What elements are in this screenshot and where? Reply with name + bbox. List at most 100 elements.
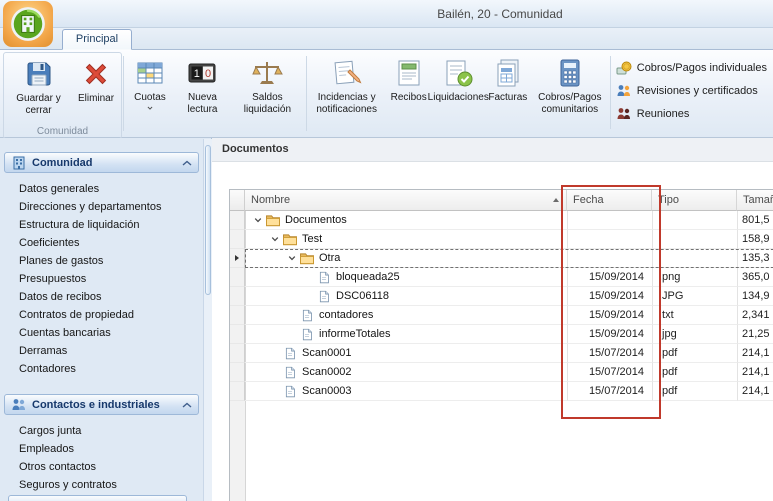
save-icon	[23, 58, 55, 90]
table-row-otra[interactable]: Otra 135,3	[230, 249, 773, 268]
note-icon	[331, 57, 363, 89]
cell-tama[interactable]: 365,0	[737, 268, 773, 287]
cell-fecha[interactable]	[567, 249, 652, 268]
cell-tipo[interactable]: .png	[652, 268, 737, 287]
cell-fecha[interactable]	[567, 211, 652, 230]
ribbon-button-liquidaciones[interactable]: Liquidaciones	[433, 53, 484, 125]
cell-fecha[interactable]	[567, 230, 652, 249]
cell-tama[interactable]: 158,9	[737, 230, 773, 249]
cell-tama[interactable]: 214,1	[737, 344, 773, 363]
cell-nombre[interactable]: Test	[245, 230, 567, 249]
table-row-documentos[interactable]: Documentos 801,5	[230, 211, 773, 230]
ribbon-button-revisiones-y-certificados[interactable]: Revisiones y certificados	[612, 81, 771, 101]
cell-fecha[interactable]: 15/09/2014	[567, 325, 652, 344]
cell-tipo[interactable]: .JPG	[652, 287, 737, 306]
cell-fecha[interactable]: 15/07/2014	[567, 344, 652, 363]
ribbon-button-recibos[interactable]: Recibos	[385, 53, 433, 125]
cell-tipo[interactable]: .jpg	[652, 325, 737, 344]
sidebar-item-empleados[interactable]: Empleados	[0, 440, 211, 458]
column-header-tama[interactable]: Tamaño	[737, 190, 773, 211]
table-row-bloqueada25[interactable]: bloqueada2515/09/2014.png365,0	[230, 268, 773, 287]
calculator-icon	[554, 57, 586, 89]
cell-tipo[interactable]	[652, 211, 737, 230]
cell-tipo[interactable]: .pdf	[652, 363, 737, 382]
table-row-scan0001[interactable]: Scan000115/07/2014.pdf214,1	[230, 344, 773, 363]
cell-tipo[interactable]: .pdf	[652, 344, 737, 363]
cell-fecha[interactable]: 15/09/2014	[567, 306, 652, 325]
cell-nombre[interactable]: Scan0002	[245, 363, 567, 382]
ribbon-button-cuotas[interactable]: Cuotas	[126, 53, 174, 125]
expander-icon[interactable]	[268, 232, 282, 246]
column-header-fecha[interactable]: Fecha	[567, 190, 652, 211]
scrollbar-thumb[interactable]	[205, 145, 211, 295]
application-button[interactable]	[3, 1, 53, 47]
cell-tama[interactable]: 214,1	[737, 382, 773, 401]
cell-tipo[interactable]: .pdf	[652, 382, 737, 401]
sidebar-item-seguros-y-contratos[interactable]: Seguros y contratos	[0, 476, 211, 494]
sidebar-section-comunidad[interactable]: Comunidad	[4, 152, 199, 173]
cell-tama[interactable]: 21,25	[737, 325, 773, 344]
cell-tipo[interactable]	[652, 249, 737, 268]
folder-icon	[299, 252, 315, 265]
ribbon-button-nueva-lectura[interactable]: 10Nueva lectura	[174, 53, 231, 125]
sidebar-item-contadores[interactable]: Contadores	[0, 360, 211, 378]
expander-icon[interactable]	[251, 213, 265, 227]
cell-nombre[interactable]: Scan0001	[245, 344, 567, 363]
table-row-scan0002[interactable]: Scan000215/07/2014.pdf214,1	[230, 363, 773, 382]
cell-nombre[interactable]: informeTotales	[245, 325, 567, 344]
table-row-scan0003[interactable]: Scan000315/07/2014.pdf214,1	[230, 382, 773, 401]
cell-tipo[interactable]: .txt	[652, 306, 737, 325]
sidebar-item-datos-de-recibos[interactable]: Datos de recibos	[0, 288, 211, 306]
table-row-dsc06118[interactable]: DSC0611815/09/2014.JPG134,9	[230, 287, 773, 306]
column-header-nombre[interactable]: Nombre	[245, 190, 567, 211]
file-icon	[316, 271, 332, 284]
cell-tama[interactable]: 2,341	[737, 306, 773, 325]
cell-nombre[interactable]: Scan0003	[245, 382, 567, 401]
cell-nombre[interactable]: Otra	[245, 249, 567, 268]
cell-fecha[interactable]: 15/07/2014	[567, 363, 652, 382]
cell-tipo[interactable]	[652, 230, 737, 249]
cell-nombre[interactable]: contadores	[245, 306, 567, 325]
sidebar-item-derramas[interactable]: Derramas	[0, 342, 211, 360]
cell-tama[interactable]: 214,1	[737, 363, 773, 382]
table-row-contadores[interactable]: contadores15/09/2014.txt2,341	[230, 306, 773, 325]
sidebar-item-cuentas-bancarias[interactable]: Cuentas bancarias	[0, 324, 211, 342]
ribbon-button-cobros-pagos-individuales[interactable]: Cobros/Pagos individuales	[612, 58, 771, 78]
sidebar-item-otros-contactos[interactable]: Otros contactos	[0, 458, 211, 476]
cell-nombre[interactable]: DSC06118	[245, 287, 567, 306]
ribbon-button-facturas[interactable]: Facturas	[484, 53, 532, 125]
cell-fecha[interactable]: 15/09/2014	[567, 268, 652, 287]
expander-icon[interactable]	[285, 251, 299, 265]
ribbon-button-incidencias-y-notificaciones[interactable]: Incidencias y notificaciones	[309, 53, 385, 125]
ribbon-button-reuniones[interactable]: Reuniones	[612, 104, 771, 124]
ribbon-button-eliminar[interactable]: Eliminar	[72, 54, 120, 126]
sidebar-item-datos-generales[interactable]: Datos generales	[0, 180, 211, 198]
cell-fecha[interactable]: 15/09/2014	[567, 287, 652, 306]
sidebar-item-cargos-junta[interactable]: Cargos junta	[0, 422, 211, 440]
ribbon-button-saldos-liquidacion[interactable]: Saldos liquidación	[231, 53, 304, 125]
table-row-test[interactable]: Test 158,9	[230, 230, 773, 249]
ribbon-button-cobros-pagos-comunitarios[interactable]: Cobros/Pagos comunitarios	[532, 53, 608, 125]
cell-tama[interactable]: 801,5	[737, 211, 773, 230]
sidebar-item-direcciones-y-departamentos[interactable]: Direcciones y departamentos	[0, 198, 211, 216]
chevron-up-icon	[182, 160, 192, 166]
sidebar-item-coeficientes[interactable]: Coeficientes	[0, 234, 211, 252]
cell-tama[interactable]: 135,3	[737, 249, 773, 268]
ribbon-group-separator	[610, 56, 611, 129]
sidebar-scrollbar[interactable]	[203, 139, 212, 501]
column-header-tipo[interactable]: Tipo	[652, 190, 737, 211]
sidebar-item-presupuestos[interactable]: Presupuestos	[0, 270, 211, 288]
file-icon	[299, 309, 315, 322]
sidebar-item-contratos-de-propiedad[interactable]: Contratos de propiedad	[0, 306, 211, 324]
sidebar-item-estructura-de-liquidacion[interactable]: Estructura de liquidación	[0, 216, 211, 234]
cell-nombre[interactable]: Documentos	[245, 211, 567, 230]
tab-principal[interactable]: Principal	[62, 29, 132, 50]
sidebar-item-planes-de-gastos[interactable]: Planes de gastos	[0, 252, 211, 270]
table-row-informetotales[interactable]: informeTotales15/09/2014.jpg21,25	[230, 325, 773, 344]
ribbon-button-guardar-y-cerrar[interactable]: Guardar y cerrar	[5, 54, 72, 126]
cell-tama[interactable]: 134,9	[737, 287, 773, 306]
sidebar-section-partial[interactable]	[8, 495, 187, 501]
cell-nombre[interactable]: bloqueada25	[245, 268, 567, 287]
sidebar-section-contactos-e-industriales[interactable]: Contactos e industriales	[4, 394, 199, 415]
cell-fecha[interactable]: 15/07/2014	[567, 382, 652, 401]
